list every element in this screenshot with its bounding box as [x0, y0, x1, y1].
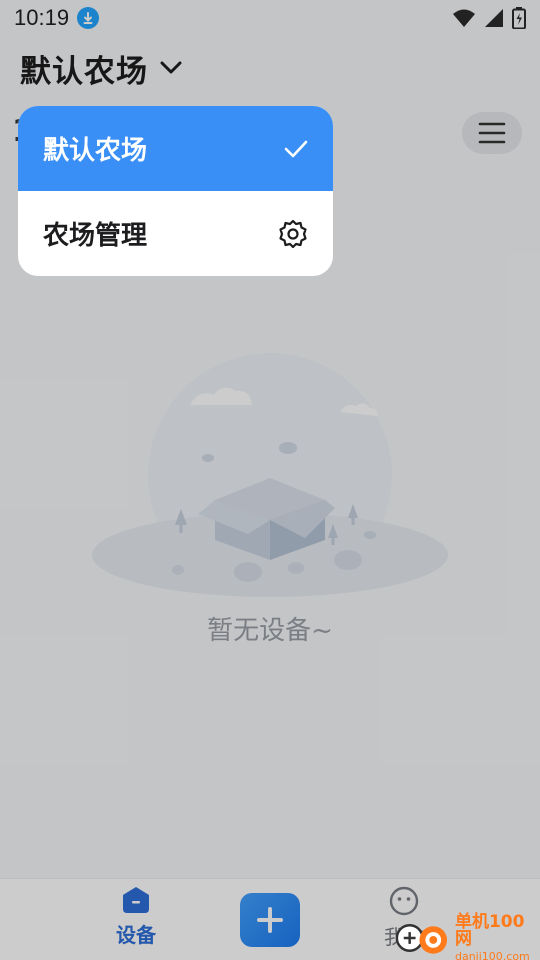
dropdown-item-farm-management[interactable]: 农场管理: [18, 191, 333, 276]
dropdown-item-default-farm[interactable]: 默认农场: [18, 106, 333, 191]
watermark-logo-icon: [395, 923, 448, 954]
watermark-name: 单机100网: [454, 912, 525, 949]
watermark: 单机100网 danji100.com: [390, 914, 540, 960]
watermark-url: danji100.com: [454, 950, 530, 960]
check-icon: [284, 140, 308, 157]
dropdown-item-label: 农场管理: [43, 221, 148, 251]
watermark-text-group: 单机100网 danji100.com: [455, 914, 540, 960]
dropdown-item-label: 默认农场: [43, 136, 148, 166]
farm-dropdown: 默认农场 农场管理: [18, 106, 333, 276]
gear-icon: [279, 219, 307, 248]
